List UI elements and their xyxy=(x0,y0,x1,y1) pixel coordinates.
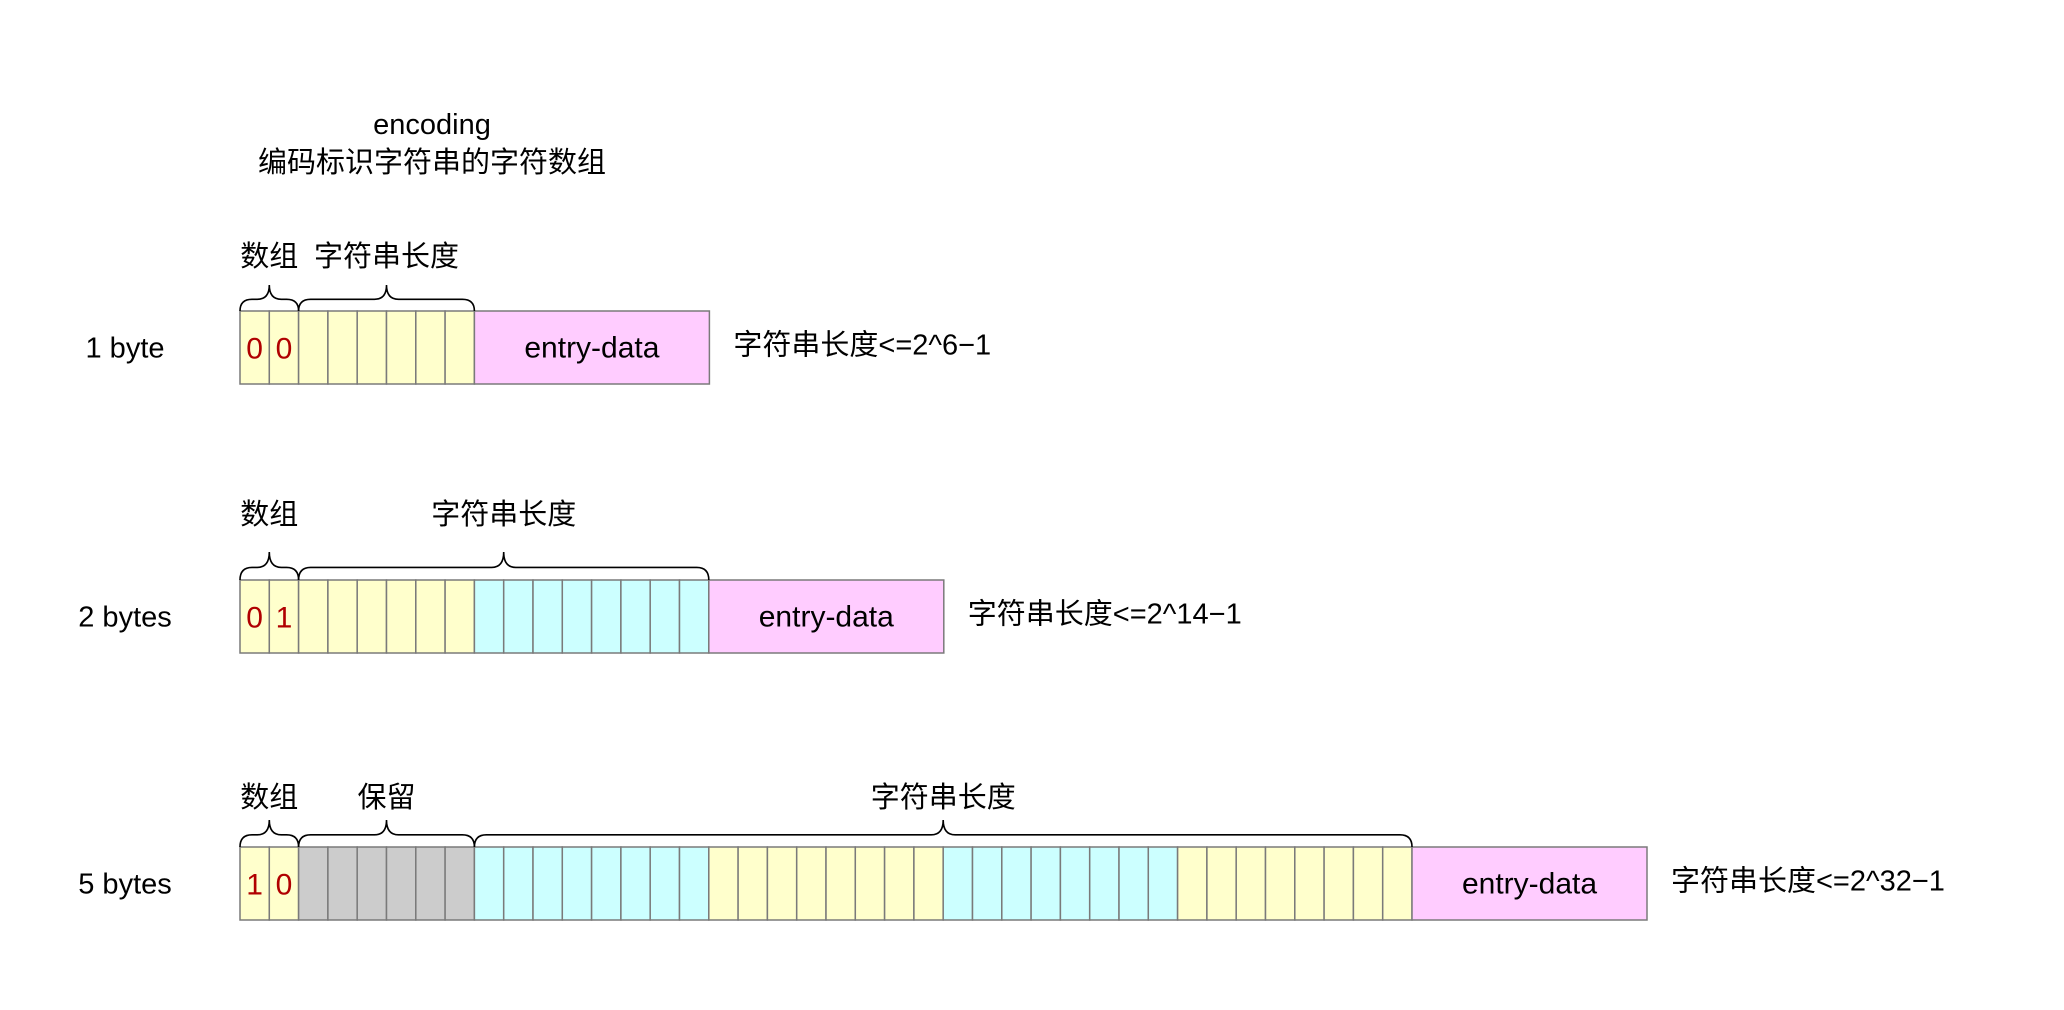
encoding-rows: 1 byte 0 0 entry-data 字符串长度<=2^6−1数组 字符串长度2 b… xyxy=(78,240,1945,921)
bit-cell xyxy=(327,579,358,654)
bit-cell xyxy=(737,846,769,921)
brace-label: 数组 xyxy=(240,781,298,814)
brace xyxy=(239,819,300,848)
bit-cell xyxy=(1147,846,1179,921)
bit-cell xyxy=(356,846,388,921)
brace-label: 数组 xyxy=(240,240,298,273)
bit-cell xyxy=(590,846,622,921)
bit-cell xyxy=(327,310,358,385)
bit-cell xyxy=(795,846,827,921)
bit-cell xyxy=(854,846,886,921)
length-note: 字符串长度<=2^14−1 xyxy=(968,598,1242,631)
bit-cell xyxy=(620,579,651,654)
bit-cell xyxy=(590,579,622,654)
header-title: encoding xyxy=(373,109,491,141)
brace-label: 字符串长度 xyxy=(871,781,1016,814)
bit-cell xyxy=(1352,846,1384,921)
bit-cell xyxy=(678,579,710,654)
bit-cell xyxy=(561,846,593,921)
bit-cell xyxy=(297,846,329,921)
brace-label: 字符串长度 xyxy=(314,240,459,273)
flag-bit: 0 xyxy=(246,333,263,366)
bit-cell xyxy=(415,846,446,921)
bit-cell xyxy=(532,846,564,921)
bit-cell xyxy=(1088,846,1120,921)
length-note: 字符串长度<=2^32−1 xyxy=(1671,865,1945,898)
brace-label: 数组 xyxy=(240,498,298,531)
bit-cell xyxy=(502,846,534,921)
bit-cell xyxy=(766,846,798,921)
bit-cell xyxy=(532,579,564,654)
bit-cell xyxy=(561,579,593,654)
entry-data-label: entry-data xyxy=(1462,868,1597,901)
row-label: 1 byte xyxy=(86,333,165,365)
brace xyxy=(297,819,476,848)
brace xyxy=(297,551,710,581)
bit-cell xyxy=(708,846,739,921)
bit-cell xyxy=(649,846,681,921)
bit-cell xyxy=(297,310,329,385)
row-label: 5 bytes xyxy=(78,869,172,901)
encoding-row: 5 bytes 1 0 entry-data 字符串长度<=2^32−1 数组 保留 字符串长… xyxy=(78,781,1945,921)
length-note: 字符串长度<=2^6−1 xyxy=(733,329,991,362)
bit-cell xyxy=(1264,846,1296,921)
bit-cell xyxy=(356,579,388,654)
brace xyxy=(297,284,476,312)
entry-data-label: entry-data xyxy=(524,332,659,365)
bit-cell xyxy=(1030,846,1062,921)
brace-label: 保留 xyxy=(357,781,415,814)
bit-cell xyxy=(444,846,476,921)
bit-cell xyxy=(444,310,476,385)
bit-cell xyxy=(620,846,651,921)
encoding-row: 1 byte 0 0 entry-data 字符串长度<=2^6−1 数组 字符串长度 xyxy=(86,240,991,385)
brace xyxy=(473,819,1413,848)
entry-data-label: entry-data xyxy=(759,601,894,634)
bit-cell xyxy=(1059,846,1091,921)
bit-cell xyxy=(913,846,944,921)
bit-cell xyxy=(297,579,329,654)
encoding-row: 2 bytes 0 1 entry-data 字符串长度<=2^14−1 数组 字符串长度 xyxy=(78,498,1242,654)
brace-label: 字符串长度 xyxy=(431,498,576,531)
bit-cell xyxy=(356,310,388,385)
flag-bit: 0 xyxy=(246,602,263,635)
bit-cell xyxy=(1235,846,1267,921)
bit-cell xyxy=(678,846,710,921)
flag-bit: 1 xyxy=(276,602,293,635)
flag-bit: 0 xyxy=(276,333,293,366)
bit-cell xyxy=(473,846,505,921)
bit-cell xyxy=(649,579,681,654)
bit-cell xyxy=(1206,846,1237,921)
bit-cell xyxy=(327,846,358,921)
flag-bit: 0 xyxy=(276,869,293,902)
bit-cell xyxy=(942,846,974,921)
bit-cell xyxy=(1176,846,1208,921)
bit-cell xyxy=(385,579,417,654)
bit-cell xyxy=(1381,846,1413,921)
bit-cell xyxy=(473,579,505,654)
bit-cell xyxy=(883,846,915,921)
bit-cell xyxy=(971,846,1003,921)
bit-cell xyxy=(1294,846,1325,921)
encoding-diagram: encoding 编码标识字符串的字符数组 1 byte 0 0 entry-data… xyxy=(78,109,1945,921)
bit-cell xyxy=(385,310,417,385)
bit-cell xyxy=(444,579,476,654)
bit-cell xyxy=(1001,846,1032,921)
header-subtitle: 编码标识字符串的字符数组 xyxy=(258,146,606,179)
bit-cell xyxy=(415,579,446,654)
row-label: 2 bytes xyxy=(78,602,172,634)
bit-cell xyxy=(415,310,446,385)
brace xyxy=(239,551,300,581)
bit-cell xyxy=(1323,846,1355,921)
flag-bit: 1 xyxy=(246,869,263,902)
bit-cell xyxy=(502,579,534,654)
bit-cell xyxy=(825,846,857,921)
bit-cell xyxy=(1118,846,1150,921)
bit-cell xyxy=(385,846,417,921)
brace xyxy=(239,284,300,312)
